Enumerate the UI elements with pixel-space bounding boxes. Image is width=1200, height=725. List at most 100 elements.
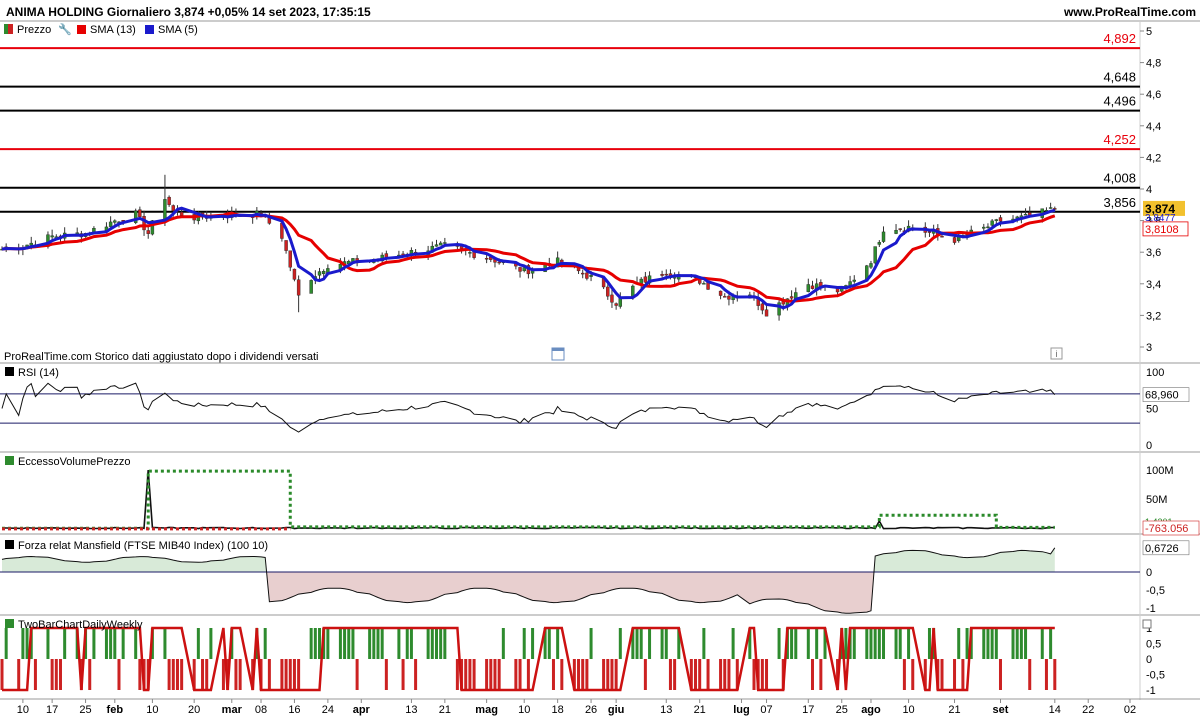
calendar-icon[interactable]	[551, 347, 565, 361]
info-icon[interactable]: i	[1050, 347, 1063, 360]
candle-body	[468, 252, 472, 254]
twobar-bar	[907, 628, 911, 659]
twobar-bar	[221, 659, 225, 690]
candle-body	[113, 220, 117, 223]
twobar-bar	[397, 628, 401, 659]
twobar-bar	[965, 628, 969, 659]
x-tick-label: set	[993, 704, 1009, 716]
twobar-bar	[501, 628, 505, 659]
twobar-bar	[485, 659, 489, 690]
x-tick-label: 21	[948, 704, 960, 716]
twobar-bar	[493, 659, 497, 690]
level-label: 4,892	[1103, 31, 1136, 46]
mansfield-label[interactable]: Forza relat Mansfield (FTSE MIB40 Index)…	[18, 540, 268, 552]
candle-body	[284, 240, 288, 251]
volume-label[interactable]: EccessoVolumePrezzo	[18, 456, 131, 468]
candle-body	[296, 279, 301, 296]
twobar-bar	[414, 659, 418, 690]
twobar-bar	[953, 659, 957, 690]
chart-canvas[interactable]: ANIMA HOLDING Giornaliero 3,874 +0,05% 1…	[0, 0, 1200, 720]
candle-body	[781, 301, 785, 305]
candle-body	[940, 236, 944, 238]
twobar-bar	[117, 659, 121, 690]
twobar-bar	[134, 628, 138, 659]
twobar-bar	[698, 659, 702, 690]
twobar-bar	[815, 628, 819, 659]
x-tick-label: lug	[733, 704, 750, 716]
mansfield-value-label: 0,6726	[1145, 543, 1179, 555]
x-tick-label: feb	[107, 704, 124, 716]
price-y-tick: 3,4	[1146, 279, 1161, 291]
x-tick-label: 21	[439, 704, 451, 716]
candle-body	[660, 274, 664, 276]
twobar-bar	[723, 659, 727, 690]
twobar-bar	[760, 659, 764, 690]
twobar-bar	[790, 628, 794, 659]
x-tick-label: giu	[608, 704, 625, 716]
candle-body	[321, 271, 326, 275]
sma5-legend-swatch	[145, 25, 154, 34]
twobar-y-tick: 0,5	[1146, 639, 1161, 651]
twobar-bar	[234, 659, 238, 690]
twobar-bar	[175, 659, 179, 690]
x-tick-label: 17	[46, 704, 58, 716]
twobar-bar	[643, 659, 647, 690]
rsi-label[interactable]: RSI (14)	[18, 367, 59, 379]
twobar-bar	[318, 628, 322, 659]
candle-body	[1048, 207, 1053, 209]
candle-body	[982, 226, 986, 229]
candle-body	[171, 205, 175, 211]
candle-body	[50, 235, 54, 238]
x-tick-label: 02	[1124, 704, 1136, 716]
candle-body	[146, 230, 150, 234]
sma13-legend-swatch	[77, 25, 86, 34]
twobar-bar	[639, 628, 643, 659]
legend-sma13[interactable]: SMA (13)	[90, 24, 136, 36]
twobar-bar	[355, 659, 359, 690]
candle-body	[317, 271, 322, 276]
twobar-bar	[877, 628, 881, 659]
twobar-bar	[902, 659, 906, 690]
candle-body	[484, 258, 489, 260]
twobar-bar	[882, 628, 886, 659]
twobar-bar	[401, 659, 405, 690]
twobar-bar	[873, 628, 877, 659]
wrench-icon[interactable]: 🔧	[58, 22, 72, 36]
twobar-label[interactable]: TwoBarChartDailyWeekly	[18, 619, 143, 631]
twobar-bar	[869, 628, 873, 659]
twobar-bar	[489, 659, 493, 690]
candle-body	[581, 272, 585, 275]
twobar-bar	[205, 659, 209, 690]
x-tick-label: 26	[585, 704, 597, 716]
candle-body	[998, 217, 1003, 222]
twobar-bar	[560, 659, 564, 690]
candle-body	[877, 242, 882, 245]
price-y-tick: 4	[1146, 184, 1152, 196]
twobar-bar	[4, 628, 8, 659]
twobar-bar	[297, 659, 301, 690]
svg-text:i: i	[1056, 349, 1058, 359]
twobar-bar	[990, 628, 994, 659]
twobar-bar	[664, 628, 668, 659]
twobar-bar	[694, 659, 698, 690]
twobar-bar	[602, 659, 606, 690]
twobar-bar	[1024, 628, 1028, 659]
twobar-bar	[731, 628, 735, 659]
twobar-bar	[777, 628, 781, 659]
x-tick-label: 14	[1049, 704, 1061, 716]
twobar-bar	[368, 628, 372, 659]
twobar-bar	[443, 628, 447, 659]
x-tick-label: 24	[322, 704, 334, 716]
x-tick-label: 10	[146, 704, 158, 716]
twobar-bar	[589, 628, 593, 659]
twobar-bar	[752, 659, 756, 690]
volume-y-tick: 50M	[1146, 494, 1167, 506]
price-y-tick: 3	[1146, 342, 1152, 354]
twobar-bar	[518, 659, 522, 690]
legend-sma5[interactable]: SMA (5)	[158, 24, 198, 36]
x-tick-label: 25	[836, 704, 848, 716]
rsi-y-tick: 100	[1146, 367, 1164, 379]
price-y-tick: 5	[1146, 26, 1152, 38]
legend-prezzo[interactable]: Prezzo	[17, 24, 51, 36]
twobar-bar	[468, 659, 472, 690]
